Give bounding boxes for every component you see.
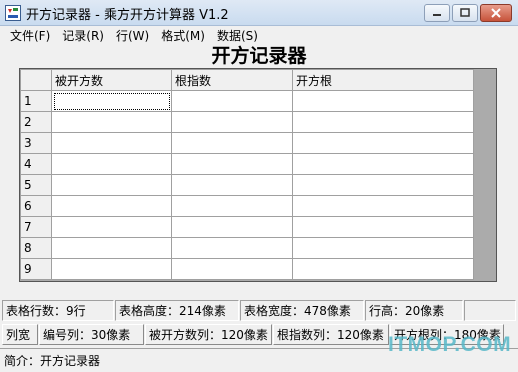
- menu-data[interactable]: 数据(S): [211, 26, 264, 44]
- minimize-button[interactable]: [424, 4, 450, 22]
- table-cell[interactable]: [171, 237, 293, 259]
- record-grid[interactable]: 被开方数 根指数 开方根 1 2 3 4 5 6 7 8 9: [19, 68, 497, 282]
- table-cell[interactable]: [292, 195, 474, 217]
- menu-row[interactable]: 行(W): [110, 26, 155, 44]
- table-cell[interactable]: [171, 258, 293, 280]
- column-header-index[interactable]: 根指数: [171, 69, 293, 91]
- table-row: 4: [20, 153, 474, 175]
- maximize-button[interactable]: [452, 4, 478, 22]
- table-cell[interactable]: [51, 258, 172, 280]
- row-number[interactable]: 9: [20, 258, 52, 280]
- title-bar: 开方记录器 - 乘方开方计算器 V1.2: [0, 0, 518, 26]
- menu-bar: 文件(F) 记录(R) 行(W) 格式(M) 数据(S): [0, 26, 518, 44]
- table-cell[interactable]: [292, 90, 474, 112]
- radicand-column-width: 被开方数列：120像素: [145, 324, 272, 345]
- menu-format[interactable]: 格式(M): [155, 26, 211, 44]
- table-cell[interactable]: [171, 90, 293, 112]
- window-title: 开方记录器 - 乘方开方计算器 V1.2: [26, 8, 229, 23]
- table-cell[interactable]: [51, 237, 172, 259]
- number-column-width: 编号列：30像素: [39, 324, 144, 345]
- root-column-width: 开方根列：180像素: [390, 324, 504, 345]
- menu-record[interactable]: 记录(R): [56, 26, 110, 44]
- intro-status-bar: 简介：开方记录器: [0, 348, 518, 372]
- table-row: 5: [20, 174, 474, 196]
- column-width-bar: 列宽 编号列：30像素 被开方数列：120像素 根指数列：120像素 开方根列：…: [0, 324, 518, 346]
- table-cell[interactable]: [171, 216, 293, 238]
- corner-cell[interactable]: [20, 69, 52, 91]
- info-blank-cell: [464, 300, 516, 321]
- row-number[interactable]: 2: [20, 111, 52, 133]
- column-header-root[interactable]: 开方根: [292, 69, 474, 91]
- table-cell[interactable]: [292, 111, 474, 133]
- table-cell[interactable]: [51, 216, 172, 238]
- row-height-info: 行高：20像素: [365, 300, 463, 321]
- row-number[interactable]: 8: [20, 237, 52, 259]
- table-cell[interactable]: [51, 174, 172, 196]
- app-icon[interactable]: [5, 5, 21, 21]
- close-icon: [491, 8, 501, 18]
- table-cell[interactable]: [292, 132, 474, 154]
- close-button[interactable]: [480, 4, 512, 22]
- table-row: 9: [20, 258, 474, 280]
- row-number[interactable]: 6: [20, 195, 52, 217]
- row-number[interactable]: 4: [20, 153, 52, 175]
- table-cell[interactable]: [51, 195, 172, 217]
- table-cell[interactable]: [51, 111, 172, 133]
- table-height-info: 表格高度：214像素: [115, 300, 239, 321]
- column-width-label: 列宽: [2, 324, 38, 345]
- table-cell[interactable]: [171, 153, 293, 175]
- table-header-row: 被开方数 根指数 开方根: [20, 69, 474, 91]
- column-header-radicand[interactable]: 被开方数: [51, 69, 172, 91]
- row-number[interactable]: 5: [20, 174, 52, 196]
- page-title: 开方记录器: [211, 45, 307, 67]
- table-cell[interactable]: [51, 153, 172, 175]
- table-row: 7: [20, 216, 474, 238]
- table-cell[interactable]: [171, 174, 293, 196]
- table-cell[interactable]: [171, 111, 293, 133]
- table-cell[interactable]: [171, 195, 293, 217]
- record-table: 被开方数 根指数 开方根 1 2 3 4 5 6 7 8 9: [20, 69, 474, 280]
- table-cell[interactable]: [292, 258, 474, 280]
- table-row: 3: [20, 132, 474, 154]
- grid-info-bar: 表格行数：9行 表格高度：214像素 表格宽度：478像素 行高：20像素: [0, 300, 518, 322]
- row-count-info: 表格行数：9行: [2, 300, 114, 321]
- menu-file[interactable]: 文件(F): [4, 26, 56, 44]
- index-column-width: 根指数列：120像素: [273, 324, 389, 345]
- table-cell[interactable]: [292, 153, 474, 175]
- table-width-info: 表格宽度：478像素: [240, 300, 364, 321]
- row-number[interactable]: 1: [20, 90, 52, 112]
- table-cell[interactable]: [51, 90, 172, 112]
- table-cell[interactable]: [51, 132, 172, 154]
- minimize-icon: [433, 14, 441, 16]
- table-row: 8: [20, 237, 474, 259]
- table-row: 2: [20, 111, 474, 133]
- table-cell[interactable]: [171, 132, 293, 154]
- row-number[interactable]: 7: [20, 216, 52, 238]
- maximize-icon: [460, 8, 470, 17]
- row-number[interactable]: 3: [20, 132, 52, 154]
- table-row: 6: [20, 195, 474, 217]
- table-cell[interactable]: [292, 174, 474, 196]
- table-cell[interactable]: [292, 237, 474, 259]
- table-row: 1: [20, 90, 474, 112]
- table-cell[interactable]: [292, 216, 474, 238]
